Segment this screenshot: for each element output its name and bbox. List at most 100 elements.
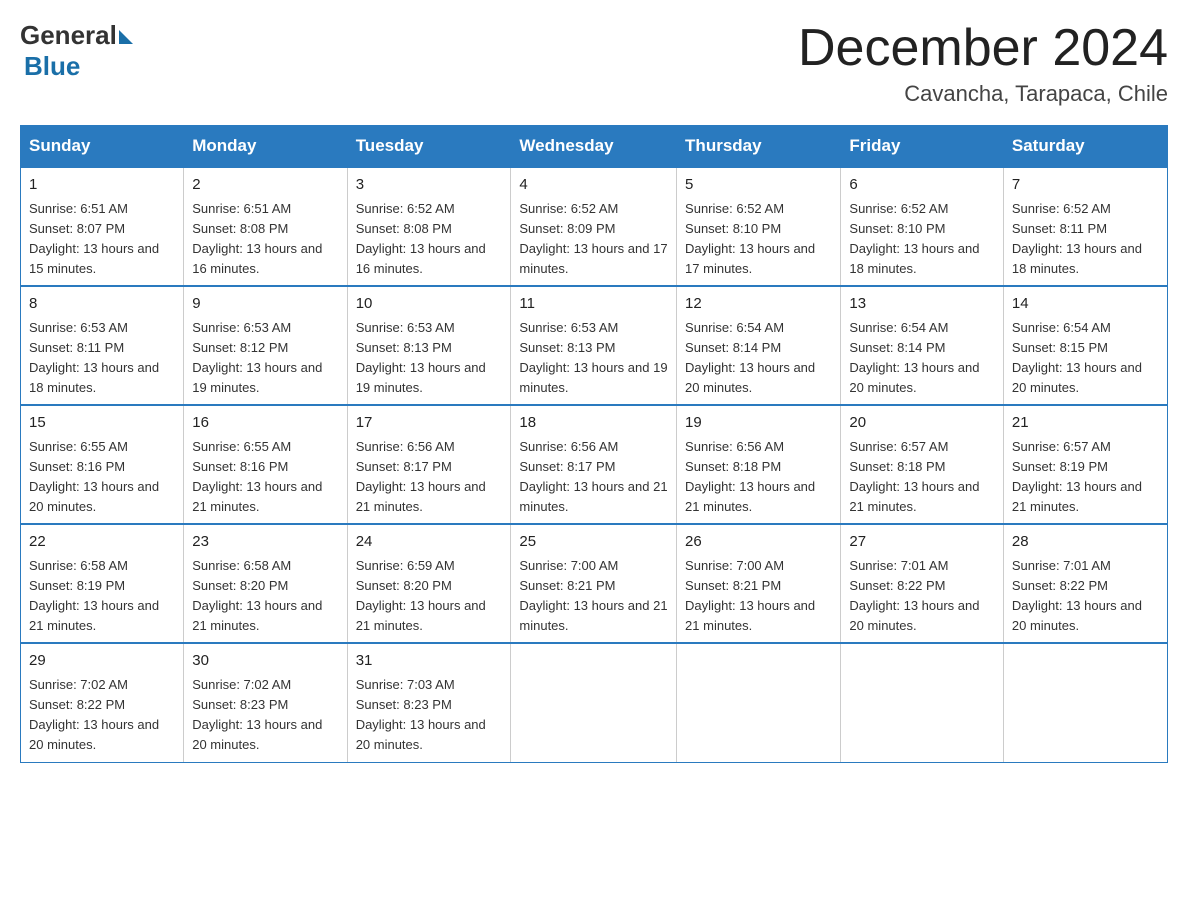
day-number: 19 — [685, 412, 832, 435]
day-info: Sunrise: 6:53 AMSunset: 8:11 PMDaylight:… — [29, 320, 159, 395]
day-info: Sunrise: 6:53 AMSunset: 8:13 PMDaylight:… — [356, 320, 486, 395]
day-number: 10 — [356, 293, 503, 316]
day-info: Sunrise: 6:52 AMSunset: 8:11 PMDaylight:… — [1012, 201, 1142, 276]
column-header-thursday: Thursday — [677, 126, 841, 168]
day-number: 31 — [356, 650, 503, 673]
column-header-monday: Monday — [184, 126, 347, 168]
calendar-day-cell: 22 Sunrise: 6:58 AMSunset: 8:19 PMDayligh… — [21, 524, 184, 643]
day-info: Sunrise: 7:01 AMSunset: 8:22 PMDaylight:… — [849, 558, 979, 633]
day-number: 26 — [685, 531, 832, 554]
day-info: Sunrise: 6:56 AMSunset: 8:17 PMDaylight:… — [356, 439, 486, 514]
day-info: Sunrise: 6:52 AMSunset: 8:08 PMDaylight:… — [356, 201, 486, 276]
calendar-day-cell: 19 Sunrise: 6:56 AMSunset: 8:18 PMDayligh… — [677, 405, 841, 524]
day-number: 6 — [849, 174, 994, 197]
day-info: Sunrise: 6:53 AMSunset: 8:12 PMDaylight:… — [192, 320, 322, 395]
column-header-sunday: Sunday — [21, 126, 184, 168]
calendar-day-cell: 25 Sunrise: 7:00 AMSunset: 8:21 PMDayligh… — [511, 524, 677, 643]
day-info: Sunrise: 6:58 AMSunset: 8:19 PMDaylight:… — [29, 558, 159, 633]
day-number: 14 — [1012, 293, 1159, 316]
day-info: Sunrise: 7:03 AMSunset: 8:23 PMDaylight:… — [356, 677, 486, 752]
column-header-tuesday: Tuesday — [347, 126, 511, 168]
calendar-day-cell: 1Sunrise: 6:51 AMSunset: 8:07 PMDaylight… — [21, 167, 184, 286]
column-header-saturday: Saturday — [1003, 126, 1167, 168]
day-info: Sunrise: 6:54 AMSunset: 8:14 PMDaylight:… — [849, 320, 979, 395]
day-info: Sunrise: 6:52 AMSunset: 8:09 PMDaylight:… — [519, 201, 667, 276]
day-number: 27 — [849, 531, 994, 554]
day-info: Sunrise: 7:02 AMSunset: 8:22 PMDaylight:… — [29, 677, 159, 752]
day-number: 4 — [519, 174, 668, 197]
calendar-day-cell — [841, 643, 1003, 762]
location-title: Cavancha, Tarapaca, Chile — [798, 81, 1168, 107]
day-info: Sunrise: 6:58 AMSunset: 8:20 PMDaylight:… — [192, 558, 322, 633]
day-number: 5 — [685, 174, 832, 197]
calendar-day-cell: 5 Sunrise: 6:52 AMSunset: 8:10 PMDaylight… — [677, 167, 841, 286]
calendar-day-cell: 23Sunrise: 6:58 AMSunset: 8:20 PMDayligh… — [184, 524, 347, 643]
calendar-table: SundayMondayTuesdayWednesdayThursdayFrid… — [20, 125, 1168, 762]
calendar-week-row: 29 Sunrise: 7:02 AMSunset: 8:22 PMDayligh… — [21, 643, 1168, 762]
day-number: 12 — [685, 293, 832, 316]
day-info: Sunrise: 6:55 AMSunset: 8:16 PMDaylight:… — [29, 439, 159, 514]
day-number: 13 — [849, 293, 994, 316]
calendar-day-cell — [1003, 643, 1167, 762]
day-number: 7 — [1012, 174, 1159, 197]
calendar-day-cell: 29 Sunrise: 7:02 AMSunset: 8:22 PMDayligh… — [21, 643, 184, 762]
page-header: General Blue December 2024 Cavancha, Tar… — [20, 20, 1168, 107]
calendar-day-cell: 6 Sunrise: 6:52 AMSunset: 8:10 PMDaylight… — [841, 167, 1003, 286]
logo-blue-text: Blue — [24, 51, 80, 82]
calendar-day-cell: 26 Sunrise: 7:00 AMSunset: 8:21 PMDayligh… — [677, 524, 841, 643]
day-info: Sunrise: 6:52 AMSunset: 8:10 PMDaylight:… — [685, 201, 815, 276]
day-info: Sunrise: 6:53 AMSunset: 8:13 PMDaylight:… — [519, 320, 667, 395]
calendar-day-cell — [677, 643, 841, 762]
day-info: Sunrise: 6:59 AMSunset: 8:20 PMDaylight:… — [356, 558, 486, 633]
day-number: 15 — [29, 412, 175, 435]
day-info: Sunrise: 6:55 AMSunset: 8:16 PMDaylight:… — [192, 439, 322, 514]
day-info: Sunrise: 6:51 AMSunset: 8:08 PMDaylight:… — [192, 201, 322, 276]
calendar-day-cell: 8Sunrise: 6:53 AMSunset: 8:11 PMDaylight… — [21, 286, 184, 405]
day-number: 3 — [356, 174, 503, 197]
calendar-day-cell: 7 Sunrise: 6:52 AMSunset: 8:11 PMDaylight… — [1003, 167, 1167, 286]
logo-arrow-icon — [119, 30, 133, 44]
column-header-friday: Friday — [841, 126, 1003, 168]
calendar-week-row: 1Sunrise: 6:51 AMSunset: 8:07 PMDaylight… — [21, 167, 1168, 286]
calendar-day-cell: 27 Sunrise: 7:01 AMSunset: 8:22 PMDayligh… — [841, 524, 1003, 643]
day-info: Sunrise: 7:00 AMSunset: 8:21 PMDaylight:… — [685, 558, 815, 633]
day-number: 17 — [356, 412, 503, 435]
calendar-week-row: 8Sunrise: 6:53 AMSunset: 8:11 PMDaylight… — [21, 286, 1168, 405]
calendar-header-row: SundayMondayTuesdayWednesdayThursdayFrid… — [21, 126, 1168, 168]
calendar-day-cell: 12 Sunrise: 6:54 AMSunset: 8:14 PMDayligh… — [677, 286, 841, 405]
calendar-day-cell: 2 Sunrise: 6:51 AMSunset: 8:08 PMDaylight… — [184, 167, 347, 286]
calendar-day-cell — [511, 643, 677, 762]
calendar-day-cell: 18Sunrise: 6:56 AMSunset: 8:17 PMDayligh… — [511, 405, 677, 524]
calendar-day-cell: 14Sunrise: 6:54 AMSunset: 8:15 PMDayligh… — [1003, 286, 1167, 405]
day-info: Sunrise: 7:02 AMSunset: 8:23 PMDaylight:… — [192, 677, 322, 752]
day-info: Sunrise: 6:54 AMSunset: 8:14 PMDaylight:… — [685, 320, 815, 395]
title-block: December 2024 Cavancha, Tarapaca, Chile — [798, 20, 1168, 107]
day-number: 9 — [192, 293, 338, 316]
day-number: 16 — [192, 412, 338, 435]
calendar-day-cell: 24Sunrise: 6:59 AMSunset: 8:20 PMDayligh… — [347, 524, 511, 643]
calendar-day-cell: 20Sunrise: 6:57 AMSunset: 8:18 PMDayligh… — [841, 405, 1003, 524]
calendar-day-cell: 15 Sunrise: 6:55 AMSunset: 8:16 PMDayligh… — [21, 405, 184, 524]
calendar-day-cell: 28Sunrise: 7:01 AMSunset: 8:22 PMDayligh… — [1003, 524, 1167, 643]
calendar-day-cell: 30 Sunrise: 7:02 AMSunset: 8:23 PMDayligh… — [184, 643, 347, 762]
day-number: 22 — [29, 531, 175, 554]
logo: General Blue — [20, 20, 133, 82]
day-number: 21 — [1012, 412, 1159, 435]
day-number: 30 — [192, 650, 338, 673]
calendar-day-cell: 16 Sunrise: 6:55 AMSunset: 8:16 PMDayligh… — [184, 405, 347, 524]
column-header-wednesday: Wednesday — [511, 126, 677, 168]
day-number: 25 — [519, 531, 668, 554]
day-info: Sunrise: 6:52 AMSunset: 8:10 PMDaylight:… — [849, 201, 979, 276]
day-number: 29 — [29, 650, 175, 673]
day-info: Sunrise: 6:56 AMSunset: 8:18 PMDaylight:… — [685, 439, 815, 514]
day-number: 2 — [192, 174, 338, 197]
calendar-day-cell: 10 Sunrise: 6:53 AMSunset: 8:13 PMDayligh… — [347, 286, 511, 405]
day-info: Sunrise: 7:00 AMSunset: 8:21 PMDaylight:… — [519, 558, 667, 633]
day-info: Sunrise: 6:57 AMSunset: 8:19 PMDaylight:… — [1012, 439, 1142, 514]
calendar-day-cell: 13 Sunrise: 6:54 AMSunset: 8:14 PMDayligh… — [841, 286, 1003, 405]
day-info: Sunrise: 6:51 AMSunset: 8:07 PMDaylight:… — [29, 201, 159, 276]
month-title: December 2024 — [798, 20, 1168, 77]
day-info: Sunrise: 6:57 AMSunset: 8:18 PMDaylight:… — [849, 439, 979, 514]
calendar-day-cell: 21 Sunrise: 6:57 AMSunset: 8:19 PMDayligh… — [1003, 405, 1167, 524]
calendar-day-cell: 4 Sunrise: 6:52 AMSunset: 8:09 PMDaylight… — [511, 167, 677, 286]
